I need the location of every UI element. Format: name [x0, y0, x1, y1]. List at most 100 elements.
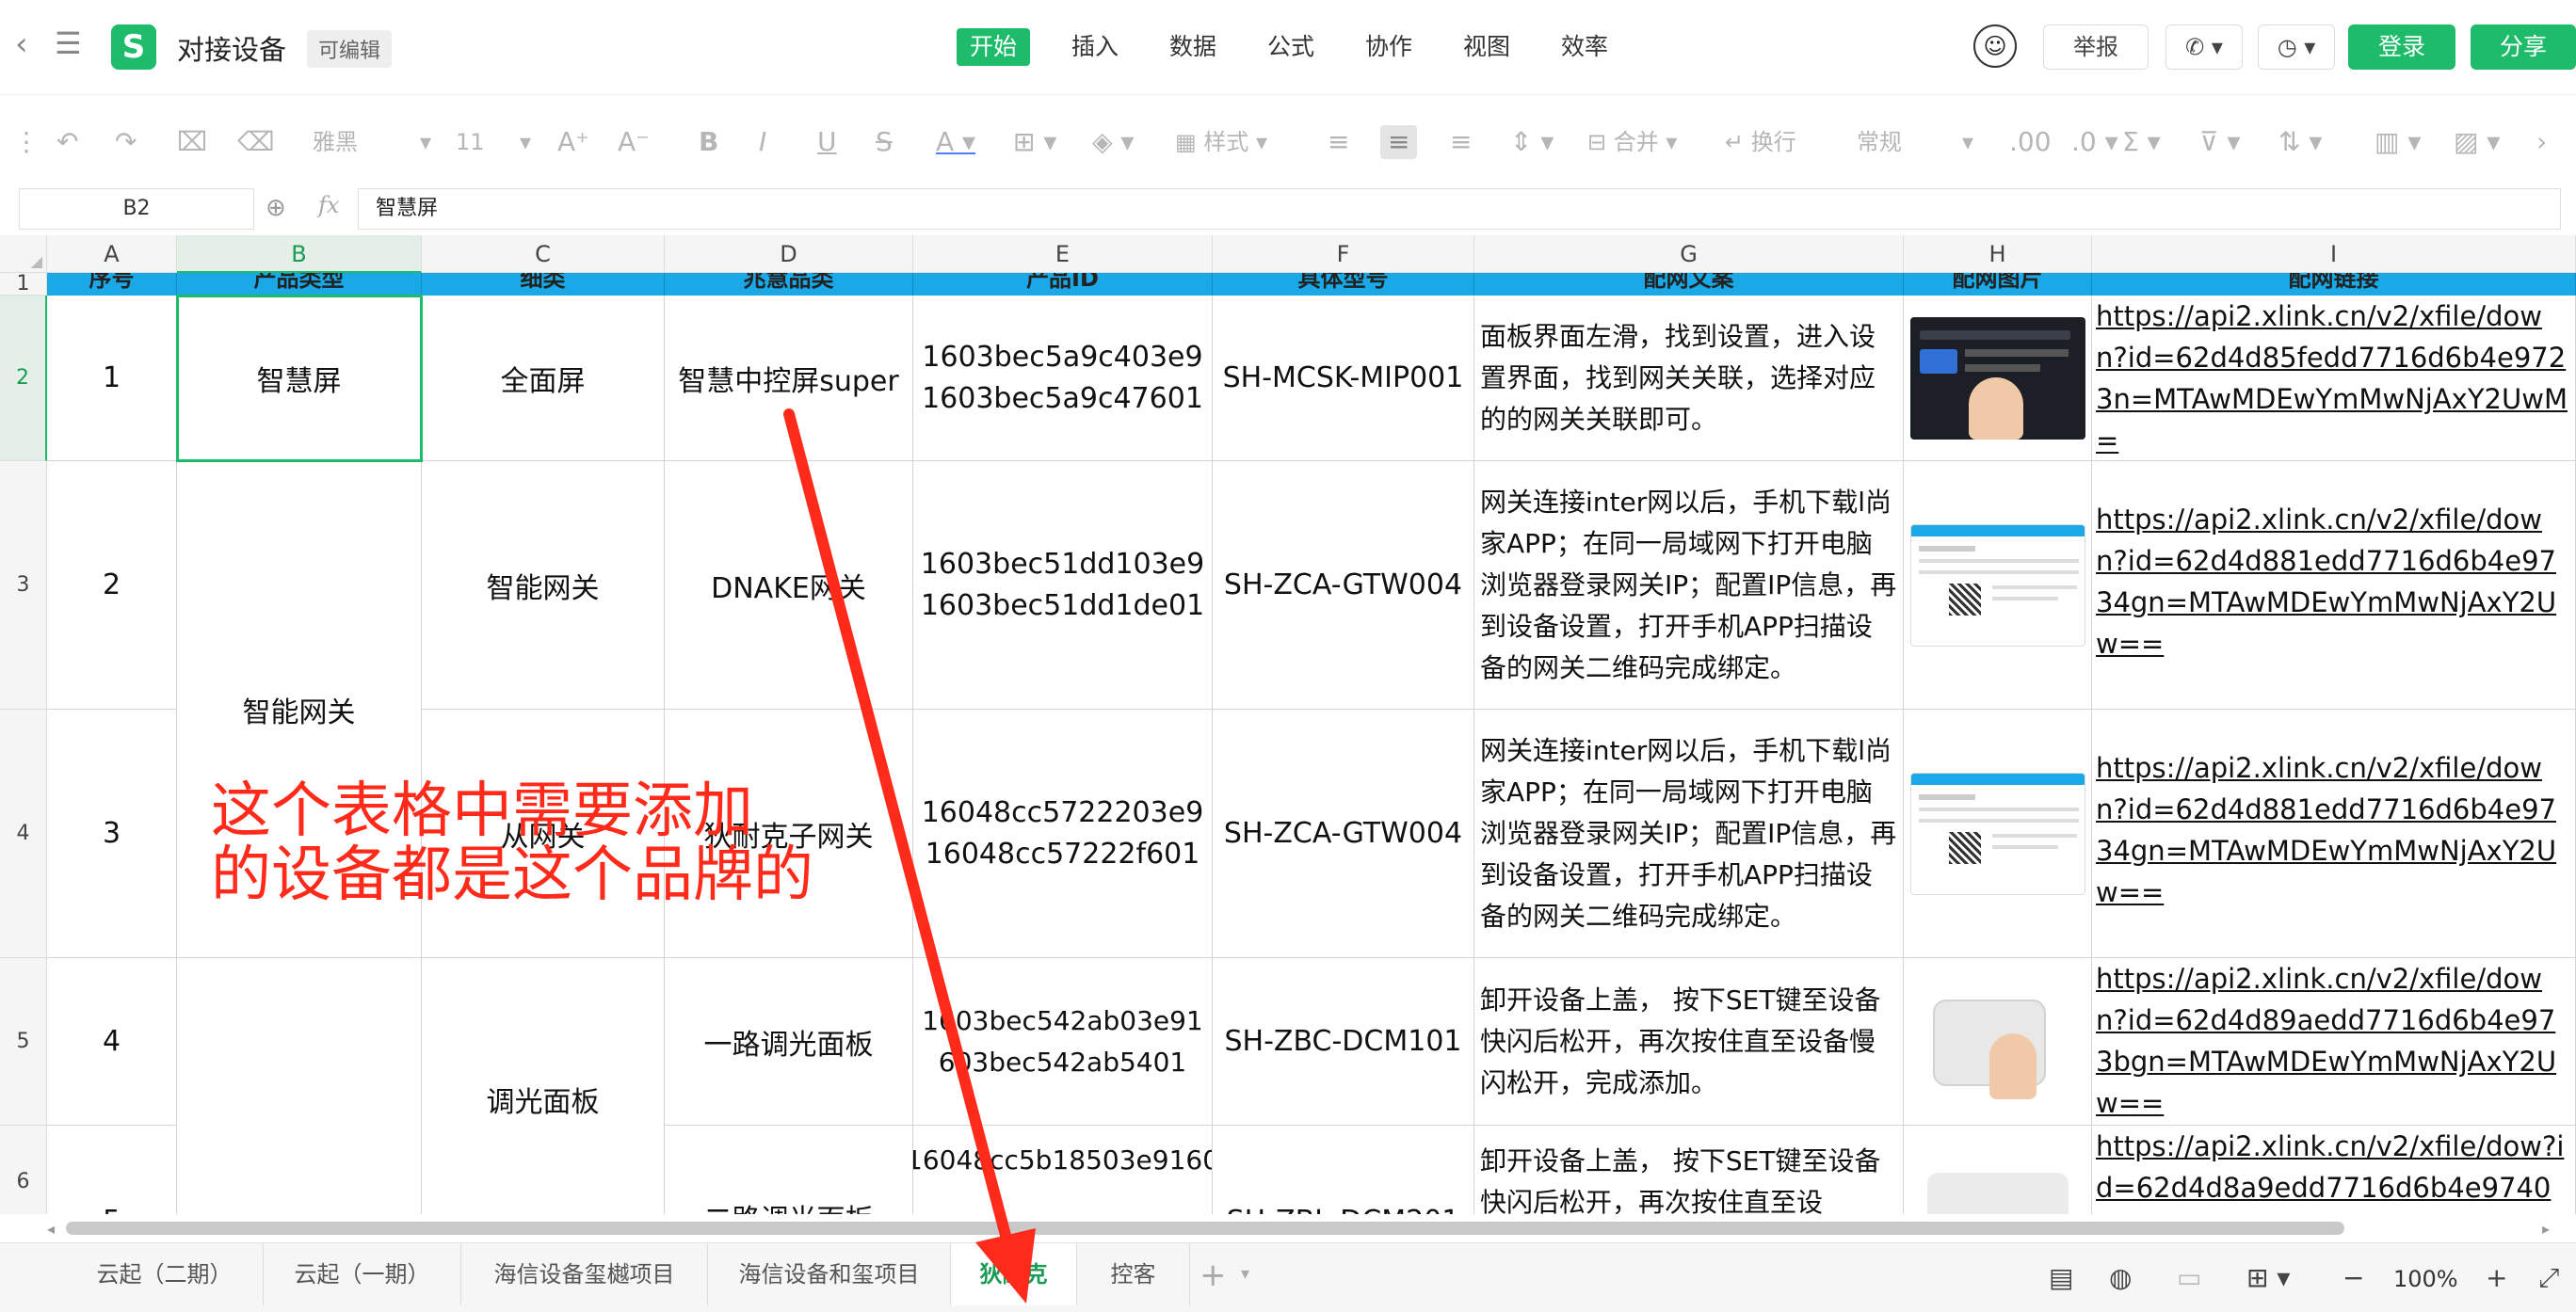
cell-g5[interactable]: 卸开设备上盖， 按下SET键至设备快闪后松开，再次按住直至设备慢闪松开，完成添加… [1474, 958, 1904, 1126]
row-header-5[interactable]: 5 [0, 958, 47, 1126]
avatar[interactable]: ☺ [1973, 24, 2017, 68]
cell-c2[interactable]: 全面屏 [422, 296, 665, 461]
scroll-right-icon[interactable]: ▸ [2542, 1220, 2550, 1238]
cell-c3[interactable]: 智能网关 [422, 461, 665, 710]
zoom-search-icon[interactable]: ⊕ [266, 194, 286, 222]
font-name-select[interactable]: 雅黑 [313, 125, 358, 159]
cell-h5[interactable] [1904, 958, 2092, 1126]
scroll-left-icon[interactable]: ◂ [47, 1220, 55, 1238]
decrease-font-icon[interactable]: A⁻ [618, 125, 650, 159]
cell-i3[interactable]: https://api2.xlink.cn/v2/xfile/down?id=6… [2092, 461, 2576, 710]
cell-f5[interactable]: SH-ZBC-DCM101 [1213, 958, 1474, 1126]
increase-font-icon[interactable]: A⁺ [557, 125, 589, 159]
header-cell-pairing-link[interactable]: 配网链接 [2092, 273, 2576, 296]
sort-icon[interactable]: ⇅ ▾ [2278, 125, 2322, 159]
column-header-c[interactable]: C [422, 235, 665, 273]
cell-d2[interactable]: 智慧中控屏super [665, 296, 913, 461]
report-button[interactable]: 举报 [2043, 24, 2149, 70]
row-header-6[interactable]: 6 [0, 1126, 47, 1214]
fullscreen-icon[interactable]: ⤢ [2538, 1262, 2559, 1294]
cell-h2[interactable] [1904, 296, 2092, 461]
cell-a6[interactable]: 5 [47, 1126, 177, 1214]
cell-g3[interactable]: 网关连接inter网以后，手机下载l尚家APP；在同一局域网下打开电脑浏览器登录… [1474, 461, 1904, 710]
add-sheet-icon[interactable]: + [1199, 1256, 1227, 1294]
cell-h6[interactable] [1904, 1126, 2092, 1214]
cell-d3[interactable]: DNAKE网关 [665, 461, 913, 710]
align-center-icon[interactable]: ≡ [1380, 125, 1418, 159]
header-cell-no[interactable]: 序号 [47, 273, 177, 296]
cell-e2[interactable]: 1603bec5a9c403e91603bec5a9c47601 [913, 296, 1213, 461]
cell-d5[interactable]: 一路调光面板 [665, 958, 913, 1126]
sheet-tab-kongke[interactable]: 控客 [1077, 1243, 1190, 1305]
cell-b2[interactable]: 智慧屏 [176, 295, 423, 462]
font-select-arrow-icon[interactable]: ▾ [420, 125, 431, 159]
column-header-i[interactable]: I [2092, 235, 2576, 273]
row-header-2[interactable]: 2 [0, 296, 47, 461]
header-cell-subtype[interactable]: 细类 [422, 273, 665, 296]
more-icon[interactable]: › [2536, 125, 2547, 159]
header-cell-type[interactable]: 产品类型 [177, 273, 422, 296]
undo-icon[interactable]: ↶ [56, 125, 78, 159]
cell-i2[interactable]: https://api2.xlink.cn/v2/xfile/down?id=6… [2092, 296, 2576, 461]
share-button[interactable]: 分享 [2471, 24, 2576, 70]
cell-a3[interactable]: 2 [47, 461, 177, 710]
cell-e4[interactable]: 16048cc5722203e916048cc57222f601 [913, 710, 1213, 958]
sheet-tab-dnake[interactable]: 狄耐克 [951, 1243, 1077, 1305]
row-header-1[interactable]: 1 [0, 272, 47, 296]
sheet-check-icon[interactable]: ▤ [2049, 1262, 2073, 1293]
cell-c5-merged[interactable]: 调光面板 [422, 958, 665, 1214]
header-cell-category[interactable]: 兆慧品类 [665, 273, 913, 296]
tab-collab[interactable]: 协作 [1352, 28, 1425, 66]
name-box[interactable]: B2 [19, 188, 254, 230]
back-icon[interactable]: ‹ [15, 28, 28, 60]
header-cell-model[interactable]: 具体型号 [1213, 273, 1474, 296]
tab-insert[interactable]: 插入 [1058, 28, 1132, 66]
menu-icon[interactable]: ☰ [55, 28, 82, 58]
underline-icon[interactable]: U [817, 125, 837, 159]
formula-input[interactable]: 智慧屏 [358, 188, 2561, 230]
view-mode-icon[interactable]: ⊞ ▾ [2246, 1262, 2290, 1293]
format-painter-icon[interactable]: ⌧ [177, 125, 207, 159]
cell-e5[interactable]: 1603bec542ab03e91603bec542ab5401 [913, 958, 1213, 1126]
header-cell-pairing-text[interactable]: 配网文案 [1474, 273, 1904, 296]
number-format-select[interactable]: 常规 [1857, 125, 1902, 159]
login-button[interactable]: 登录 [2348, 24, 2455, 70]
tab-start[interactable]: 开始 [957, 28, 1031, 66]
sheet-tab-yunqi-2[interactable]: 云起（二期） [66, 1243, 264, 1305]
cell-a5[interactable]: 4 [47, 958, 177, 1126]
row-header-3[interactable]: 3 [0, 461, 47, 710]
column-header-e[interactable]: E [913, 235, 1213, 273]
decimal-increase-icon[interactable]: .00 [2009, 125, 2052, 159]
cell-h3[interactable] [1904, 461, 2092, 710]
history-button[interactable]: ◷ ▾ [2258, 24, 2335, 70]
column-header-f[interactable]: F [1213, 235, 1474, 273]
tab-data[interactable]: 数据 [1156, 28, 1230, 66]
tab-efficiency[interactable]: 效率 [1548, 28, 1621, 66]
sheet-tab-yunqi-1[interactable]: 云起（一期） [264, 1243, 461, 1305]
call-button[interactable]: ✆ ▾ [2165, 24, 2243, 70]
subgateway-config-image[interactable] [1909, 772, 2085, 895]
app-logo[interactable]: S [111, 24, 156, 70]
cell-i5[interactable]: https://api2.xlink.cn/v2/xfile/down?id=6… [2092, 958, 2576, 1126]
sheet-tab-hisense-xiyue[interactable]: 海信设备玺樾项目 [461, 1243, 708, 1305]
cell-h4[interactable] [1904, 710, 2092, 958]
sheet-tab-hisense-hexi[interactable]: 海信设备和玺项目 [708, 1243, 951, 1305]
style-button[interactable]: ▦ 样式 ▾ [1175, 125, 1267, 159]
column-header-a[interactable]: A [47, 235, 177, 273]
number-format-arrow-icon[interactable]: ▾ [1962, 125, 1973, 159]
font-size-arrow-icon[interactable]: ▾ [520, 125, 531, 159]
font-color-icon[interactable]: A ▾ [936, 125, 975, 159]
online-check-icon[interactable]: ◍ [2109, 1262, 2132, 1293]
cell-a2[interactable]: 1 [47, 296, 177, 461]
select-all-corner[interactable]: ◢ [0, 235, 47, 273]
eraser-icon[interactable]: ⌫ [237, 125, 275, 159]
cell-i4[interactable]: https://api2.xlink.cn/v2/xfile/down?id=6… [2092, 710, 2576, 958]
cell-e3[interactable]: 1603bec51dd103e91603bec51dd1de01 [913, 461, 1213, 710]
merge-button[interactable]: ⊟ 合并 ▾ [1587, 125, 1677, 159]
wrap-button[interactable]: ↵ 换行 [1725, 125, 1796, 159]
sheet-menu-arrow-icon[interactable]: ▾ [1241, 1264, 1249, 1284]
cell-f2[interactable]: SH-MCSK-MIP001 [1213, 296, 1474, 461]
bold-icon[interactable]: B [699, 125, 718, 159]
column-header-d[interactable]: D [665, 235, 913, 273]
chart-icon[interactable]: ▥ ▾ [2375, 125, 2421, 159]
